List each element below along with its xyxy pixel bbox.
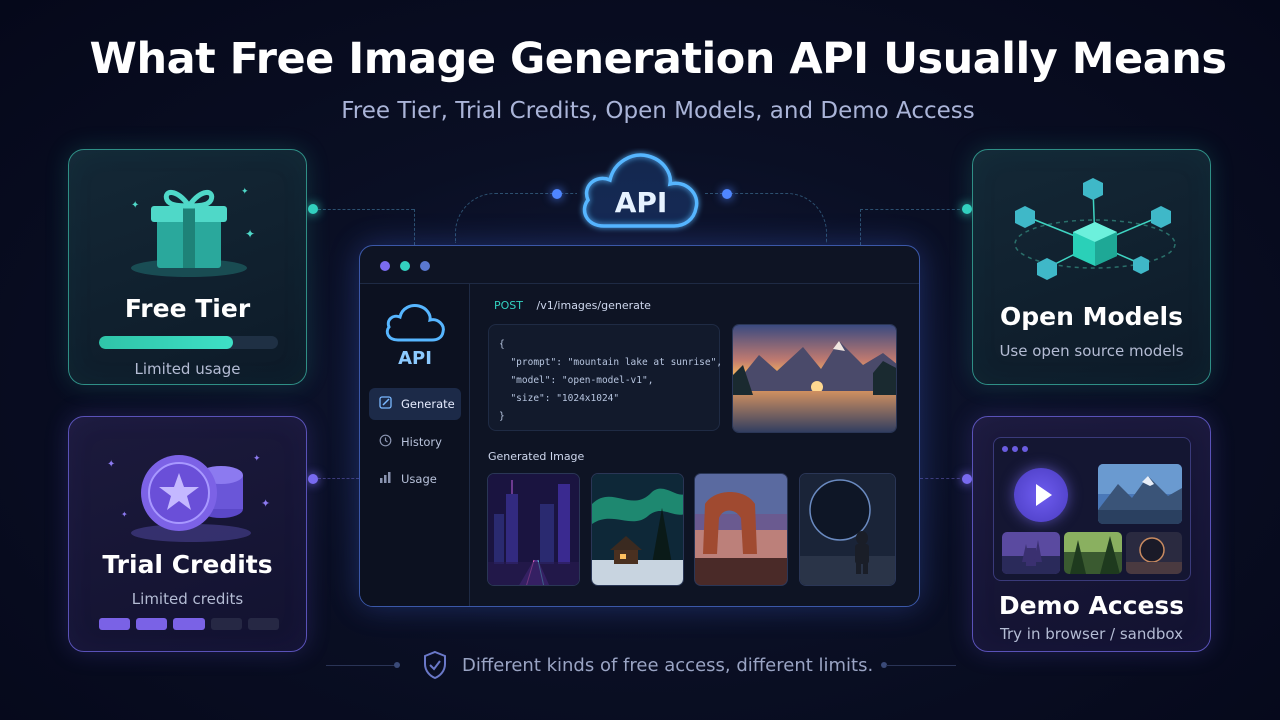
- footer-divider: [886, 665, 956, 666]
- credit-block: [173, 618, 205, 630]
- svg-text:✦: ✦: [107, 459, 115, 470]
- sidebar-item-history[interactable]: History: [369, 426, 461, 458]
- gift-icon: ✦ ✦ ✦: [121, 168, 257, 278]
- connector-dot: [962, 474, 972, 484]
- usage-progress-bar: [99, 336, 278, 349]
- credit-block: [247, 618, 280, 630]
- coin-stack-icon: ✦ ✦ ✦ ✦: [103, 437, 273, 547]
- card-open-models: Open Models Use open source models: [972, 149, 1211, 385]
- network-cubes-icon: [1001, 168, 1185, 286]
- code-line: "prompt": "mountain lake at sunrise",: [499, 357, 723, 368]
- card-subtitle: Limited credits: [131, 590, 244, 608]
- generated-image-astronaut[interactable]: [799, 473, 896, 586]
- bar-chart-icon: [379, 471, 392, 487]
- sidebar-item-generate[interactable]: Generate: [369, 388, 461, 420]
- cloud-api-icon: API: [574, 148, 708, 236]
- card-title: Open Models: [1000, 302, 1183, 331]
- card-title: Free Tier: [124, 294, 251, 323]
- clock-icon: [379, 434, 392, 450]
- code-line: }: [499, 411, 505, 422]
- page-subtitle: Free Tier, Trial Credits, Open Models, a…: [341, 98, 975, 124]
- code-line: {: [499, 339, 505, 350]
- sidebar-item-usage[interactable]: Usage: [369, 463, 461, 495]
- credit-block: [136, 618, 168, 630]
- cloud-api-label: API: [614, 186, 668, 219]
- connector-trial: [318, 478, 359, 479]
- card-demo-access: Demo Access Try in browser / sandbox: [972, 416, 1211, 652]
- sidebar-item-label: History: [401, 435, 442, 449]
- footer-dot: [394, 662, 400, 668]
- connector-dot: [308, 204, 318, 214]
- code-line: "size": "1024x1024": [499, 393, 620, 404]
- cloud-connector-right: [705, 193, 827, 243]
- svg-text:✦: ✦: [253, 454, 261, 464]
- card-free-tier: ✦ ✦ ✦ Free Tier Limited usage: [68, 149, 307, 385]
- card-subtitle: Try in browser / sandbox: [1000, 625, 1183, 643]
- page-title: What Free Image Generation API Usually M…: [89, 34, 1227, 84]
- request-line: POST /v1/images/generate: [494, 299, 651, 312]
- api-app-window: API Generate History Usage POST /v1/imag…: [359, 245, 920, 607]
- generated-image-desert-arch[interactable]: [694, 473, 788, 586]
- demo-browser-mockup: [993, 437, 1191, 581]
- connector-open-models-drop: [860, 209, 861, 245]
- sidebar-brand: API: [398, 348, 432, 369]
- svg-text:✦: ✦: [131, 200, 139, 211]
- code-line: "model": "open-model-v1",: [499, 375, 654, 386]
- generated-image-city[interactable]: [487, 473, 580, 586]
- preview-image-mountain-lake: [732, 324, 897, 433]
- connector-open-models: [860, 209, 965, 210]
- card-subtitle: Use open source models: [999, 342, 1184, 360]
- connector-dot: [722, 189, 732, 199]
- connector-dot: [962, 204, 972, 214]
- demo-thumb-mountain: [1098, 464, 1182, 524]
- http-method: POST: [494, 299, 523, 312]
- play-icon[interactable]: [1014, 468, 1068, 522]
- svg-text:✦: ✦: [245, 227, 255, 241]
- card-subtitle: Limited usage: [134, 360, 241, 378]
- sidebar-cloud-icon: [382, 302, 448, 346]
- endpoint-path: /v1/images/generate: [536, 299, 651, 312]
- connector-demo: [920, 478, 965, 479]
- svg-text:✦: ✦: [261, 497, 270, 510]
- card-title: Demo Access: [998, 591, 1185, 620]
- shield-check-icon: [422, 650, 448, 684]
- credit-block: [210, 618, 242, 630]
- card-trial-credits: ✦ ✦ ✦ ✦ Trial Credits Limited credits: [68, 416, 307, 652]
- edit-icon: [379, 396, 392, 412]
- cloud-connector-left: [455, 193, 577, 243]
- generated-image-cabin[interactable]: [591, 473, 684, 586]
- connector-free-tier-drop: [414, 209, 415, 245]
- demo-thumb-castle: [1002, 532, 1060, 574]
- svg-text:✦: ✦: [241, 187, 249, 197]
- window-dot: [420, 261, 430, 271]
- credit-block: [99, 618, 131, 630]
- sidebar-item-label: Generate: [401, 397, 455, 411]
- window-dot: [380, 261, 390, 271]
- generated-image-label: Generated Image: [488, 450, 585, 463]
- footer-divider: [326, 665, 398, 666]
- request-code-block: { "prompt": "mountain lake at sunrise", …: [488, 324, 723, 431]
- card-title: Trial Credits: [102, 550, 273, 579]
- window-dot: [400, 261, 410, 271]
- demo-thumb-planet: [1126, 532, 1182, 574]
- sidebar-item-label: Usage: [401, 472, 437, 486]
- connector-dot: [552, 189, 562, 199]
- connector-dot: [308, 474, 318, 484]
- app-sidebar: API Generate History Usage: [360, 284, 470, 606]
- connector-free-tier: [318, 209, 414, 210]
- footer-text: Different kinds of free access, differen…: [462, 655, 874, 676]
- svg-text:✦: ✦: [121, 510, 128, 519]
- demo-thumb-forest: [1064, 532, 1122, 574]
- usage-progress-fill: [99, 336, 234, 349]
- credit-blocks: [99, 618, 280, 630]
